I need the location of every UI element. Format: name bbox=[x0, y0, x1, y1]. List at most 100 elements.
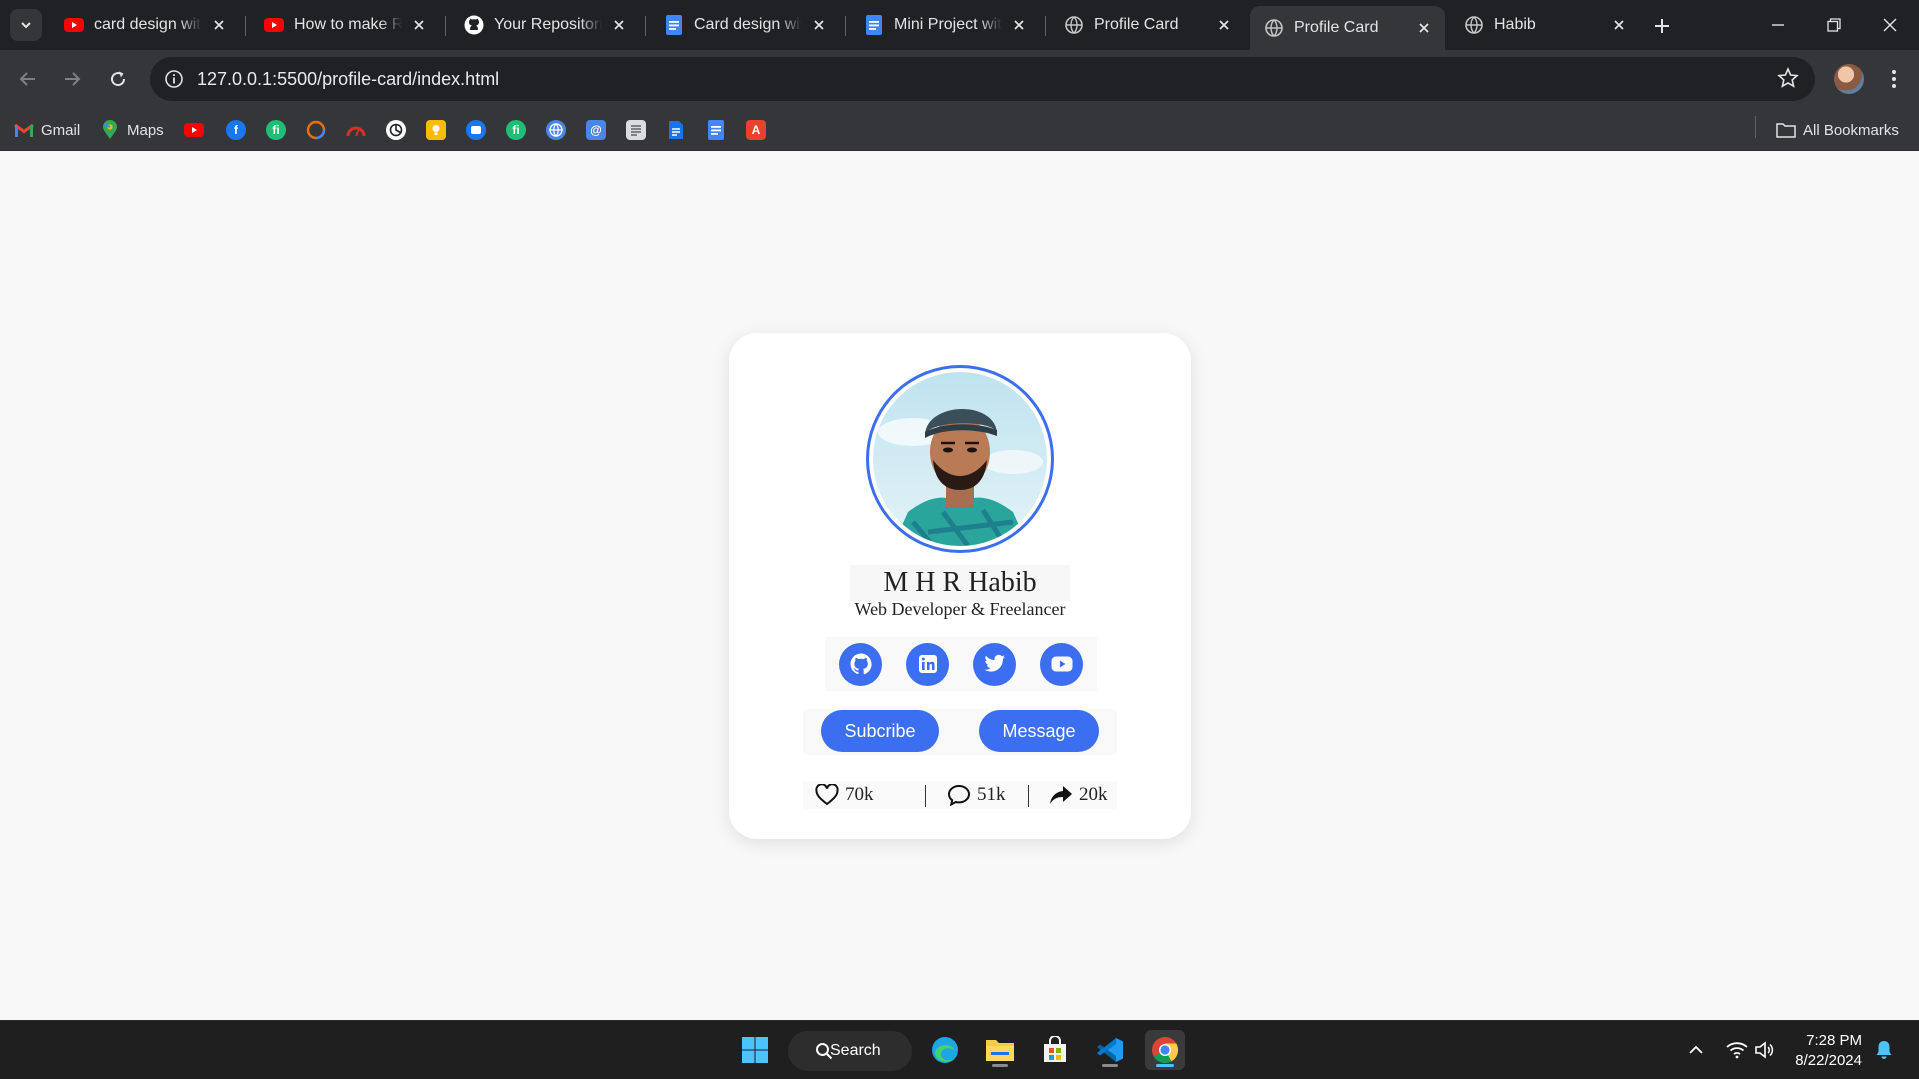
twitter-link[interactable] bbox=[973, 642, 1016, 686]
taskbar-edge[interactable] bbox=[925, 1030, 965, 1070]
tab-title: Card design with bbox=[694, 16, 802, 33]
subscribe-button[interactable]: Subcribe bbox=[821, 710, 939, 752]
bookmark-file[interactable] bbox=[666, 118, 686, 142]
likes-count: 70k bbox=[845, 784, 874, 805]
start-button[interactable] bbox=[735, 1030, 775, 1070]
web-icon bbox=[546, 120, 566, 140]
youtube-icon bbox=[64, 15, 84, 35]
tab-6[interactable]: Profile Card bbox=[1250, 6, 1445, 50]
all-bookmarks-button[interactable]: All Bookmarks bbox=[1776, 118, 1899, 142]
bookmark-web[interactable] bbox=[546, 118, 566, 142]
at-icon: @ bbox=[586, 120, 606, 140]
show-hidden-icons-button[interactable] bbox=[1684, 1038, 1708, 1062]
bookmark-label: Maps bbox=[127, 121, 164, 139]
tab-search-button[interactable] bbox=[10, 9, 42, 41]
likes-stat[interactable]: 70k bbox=[815, 781, 874, 809]
bookmark-gmail[interactable]: Gmail bbox=[14, 118, 80, 142]
running-indicator bbox=[1102, 1064, 1118, 1067]
close-icon[interactable] bbox=[1213, 14, 1235, 36]
bookmark-chatgpt[interactable] bbox=[386, 118, 406, 142]
volume-button[interactable] bbox=[1752, 1038, 1776, 1062]
tab-7[interactable]: Habib bbox=[1450, 6, 1640, 44]
running-indicator bbox=[992, 1064, 1008, 1067]
browser-menu-button[interactable] bbox=[1880, 64, 1908, 94]
bookmark-facebook[interactable]: f bbox=[226, 118, 246, 142]
bookmark-fiverr[interactable]: fi bbox=[266, 118, 286, 142]
all-bookmarks-label: All Bookmarks bbox=[1803, 121, 1899, 139]
bookmark-maps[interactable]: Maps bbox=[100, 118, 164, 142]
share-arrow-icon bbox=[1049, 783, 1073, 807]
forward-button[interactable] bbox=[56, 63, 88, 95]
github-link[interactable] bbox=[839, 642, 882, 686]
close-icon[interactable] bbox=[1608, 14, 1630, 36]
arrow-left-icon bbox=[19, 72, 35, 86]
info-icon[interactable] bbox=[162, 67, 186, 91]
chrome-icon bbox=[1152, 1037, 1179, 1064]
tab-4[interactable]: Mini Project with bbox=[850, 6, 1040, 44]
tab-1[interactable]: How to make Re bbox=[250, 6, 440, 44]
tab-title: Your Repositories bbox=[494, 16, 602, 33]
twitter-icon bbox=[983, 654, 1005, 672]
close-window-button[interactable] bbox=[1870, 8, 1910, 42]
tab-0[interactable]: card design with bbox=[50, 6, 240, 44]
fiverr-icon: fi bbox=[506, 120, 526, 140]
restore-button[interactable] bbox=[1814, 8, 1854, 42]
social-links bbox=[825, 637, 1097, 691]
docs-icon bbox=[664, 15, 684, 35]
close-icon[interactable] bbox=[1008, 14, 1030, 36]
search-icon bbox=[816, 1043, 833, 1060]
address-bar[interactable]: 127.0.0.1:5500/profile-card/index.html bbox=[150, 57, 1815, 101]
linkedin-link[interactable] bbox=[906, 642, 949, 686]
kebab-menu-icon bbox=[1892, 70, 1896, 88]
taskbar-store[interactable] bbox=[1035, 1030, 1075, 1070]
bookmark-acrobat[interactable]: A bbox=[746, 118, 766, 142]
notifications-button[interactable] bbox=[1872, 1038, 1896, 1062]
tab-title: Profile Card bbox=[1294, 19, 1379, 36]
tab-2[interactable]: Your Repositories bbox=[450, 6, 640, 44]
message-button[interactable]: Message bbox=[979, 710, 1099, 752]
taskbar-search[interactable]: Search bbox=[788, 1031, 912, 1071]
close-icon[interactable] bbox=[808, 14, 830, 36]
bookmark-youtube[interactable] bbox=[184, 118, 204, 142]
messenger-icon bbox=[466, 120, 486, 140]
close-icon[interactable] bbox=[208, 14, 230, 36]
shares-stat[interactable]: 20k bbox=[1049, 781, 1108, 809]
taskbar-chrome[interactable] bbox=[1145, 1030, 1185, 1070]
folder-icon bbox=[1776, 120, 1796, 140]
close-icon[interactable] bbox=[1413, 17, 1435, 39]
tab-3[interactable]: Card design with bbox=[650, 6, 840, 44]
bookmark-notes[interactable] bbox=[626, 118, 646, 142]
bookmark-keep[interactable] bbox=[426, 118, 446, 142]
bookmark-speedometer[interactable] bbox=[346, 118, 366, 142]
stat-divider bbox=[925, 785, 926, 807]
profile-avatar[interactable] bbox=[1834, 64, 1864, 94]
vscode-icon bbox=[1097, 1038, 1123, 1062]
bookmark-fiverr-2[interactable]: fi bbox=[506, 118, 526, 142]
network-button[interactable] bbox=[1725, 1038, 1749, 1062]
taskbar-file-explorer[interactable] bbox=[980, 1030, 1020, 1070]
close-icon[interactable] bbox=[608, 14, 630, 36]
minimize-icon bbox=[1772, 24, 1784, 26]
bookmark-docs[interactable] bbox=[706, 118, 726, 142]
profile-photo bbox=[873, 372, 1047, 546]
stats-row: 70k 51k 20k bbox=[803, 781, 1117, 809]
new-tab-button[interactable] bbox=[1648, 12, 1676, 40]
tab-5[interactable]: Profile Card bbox=[1050, 6, 1245, 44]
bookmarks-divider bbox=[1755, 116, 1756, 138]
system-clock[interactable]: 7:28 PM 8/22/2024 bbox=[1794, 1031, 1862, 1071]
minimize-button[interactable] bbox=[1758, 8, 1798, 42]
taskbar-vscode[interactable] bbox=[1090, 1030, 1130, 1070]
reload-button[interactable] bbox=[102, 63, 134, 95]
bookmark-messenger[interactable] bbox=[466, 118, 486, 142]
tab-divider bbox=[845, 16, 846, 36]
star-icon[interactable] bbox=[1777, 66, 1801, 91]
reload-icon bbox=[111, 71, 126, 87]
bookmark-at[interactable]: @ bbox=[586, 118, 606, 142]
close-icon[interactable] bbox=[408, 14, 430, 36]
url-text[interactable]: 127.0.0.1:5500/profile-card/index.html bbox=[197, 69, 499, 90]
profile-role: Web Developer & Freelancer bbox=[854, 599, 1066, 619]
back-button[interactable] bbox=[12, 63, 44, 95]
comments-stat[interactable]: 51k bbox=[947, 781, 1006, 809]
youtube-link[interactable] bbox=[1040, 642, 1083, 686]
bookmark-circle-app[interactable] bbox=[306, 118, 326, 142]
